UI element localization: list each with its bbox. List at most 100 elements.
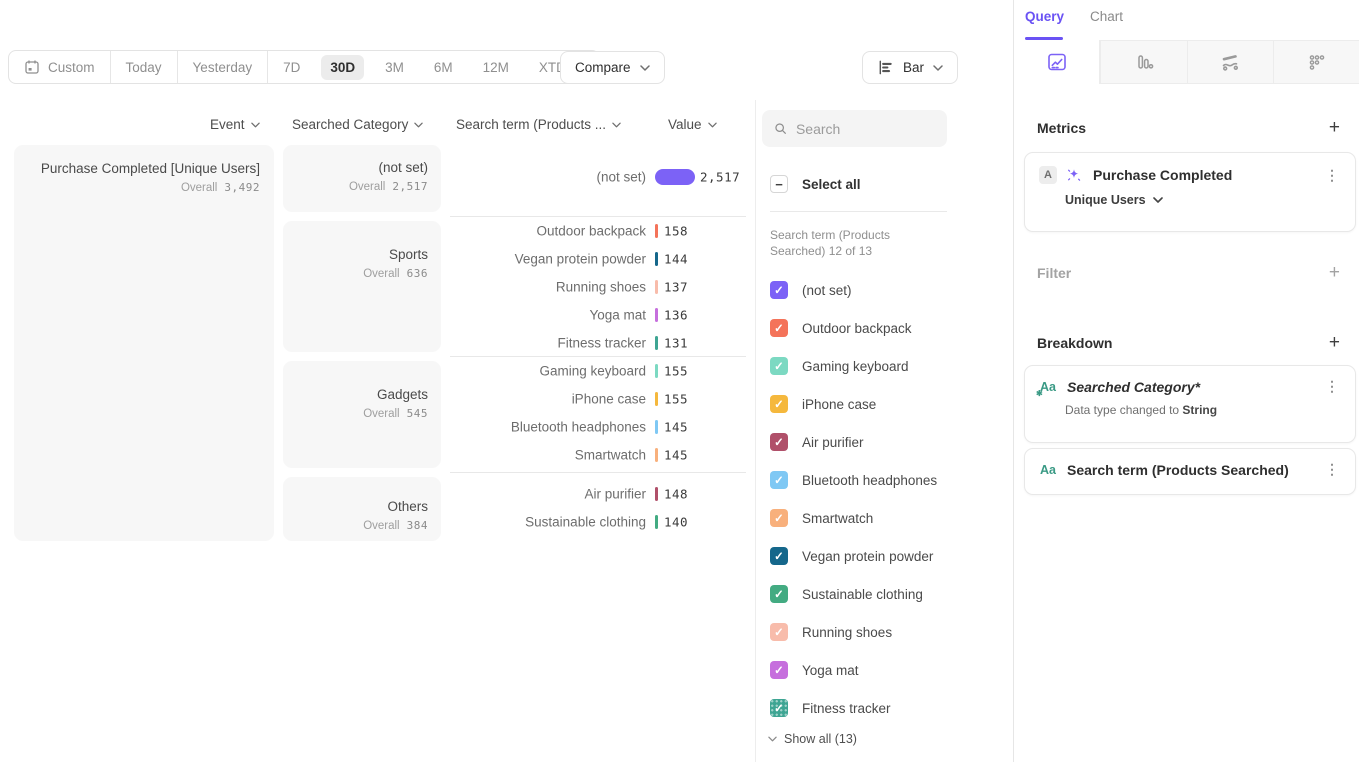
category-label: (not set) [283, 160, 428, 175]
term-bar[interactable] [655, 252, 658, 266]
legend-item[interactable]: ✓(not set) [770, 271, 937, 309]
date-range-30d[interactable]: 30D [315, 51, 370, 83]
legend-subtitle: Search term (Products Searched) 12 of 13 [770, 227, 948, 259]
column-header-search-term[interactable]: Search term (Products ... [456, 117, 621, 132]
term-row[interactable]: Outdoor backpack158 [450, 217, 746, 245]
legend-item[interactable]: ✓Sustainable clothing [770, 575, 937, 613]
show-all-button[interactable]: Show all (13) [768, 732, 857, 746]
date-range-3m[interactable]: 3M [370, 51, 419, 83]
legend-item-label: Fitness tracker [802, 701, 891, 716]
legend-item[interactable]: ✓Gaming keyboard [770, 347, 937, 385]
column-header-event[interactable]: Event [210, 117, 260, 132]
series-checkbox[interactable]: ✓ [770, 395, 788, 413]
legend-item[interactable]: ✓Smartwatch [770, 499, 937, 537]
term-bar[interactable] [655, 448, 658, 462]
search-input[interactable] [796, 121, 935, 137]
series-checkbox[interactable]: ✓ [770, 281, 788, 299]
legend-item[interactable]: ✓Air purifier [770, 423, 937, 461]
date-range-custom[interactable]: Custom [9, 51, 110, 83]
term-bar[interactable] [655, 169, 695, 185]
series-checkbox[interactable]: ✓ [770, 585, 788, 603]
series-checkbox[interactable]: ✓ [770, 699, 788, 717]
tab-flows[interactable] [1187, 40, 1273, 84]
term-bar[interactable] [655, 224, 658, 238]
legend-item[interactable]: ✓iPhone case [770, 385, 937, 423]
category-card-not-set[interactable]: (not set) Overall2,517 [283, 145, 441, 212]
term-row[interactable]: (not set) 2,517 [450, 160, 746, 194]
term-row[interactable]: Fitness tracker131 [450, 329, 746, 357]
term-bar[interactable] [655, 364, 658, 378]
term-bar[interactable] [655, 515, 658, 529]
date-range-label: 7D [283, 60, 300, 75]
breakdown-card-searched-category[interactable]: Aa✱ Searched Category* ⋮ Data type chang… [1024, 365, 1356, 443]
term-row[interactable]: Smartwatch145 [450, 441, 746, 469]
add-filter-button[interactable]: + [1329, 263, 1340, 282]
tab-chart[interactable]: Chart [1090, 9, 1123, 24]
legend-item[interactable]: ✓Bluetooth headphones [770, 461, 937, 499]
legend-item[interactable]: ✓ Vegan protein powder [770, 537, 937, 575]
legend-item-label: Vegan protein powder [802, 549, 933, 564]
term-bar[interactable] [655, 308, 658, 322]
breakdown-card-search-term[interactable]: Aa Search term (Products Searched) ⋮ [1024, 448, 1356, 495]
term-row[interactable]: Sustainable clothing140 [450, 508, 746, 536]
series-checkbox[interactable]: ✓ [770, 319, 788, 337]
term-row[interactable]: iPhone case155 [450, 385, 746, 413]
term-row[interactable]: Gaming keyboard155 [450, 357, 746, 385]
term-bar[interactable] [655, 280, 658, 294]
term-row[interactable]: Air purifier148 [450, 480, 746, 508]
category-card-others[interactable]: Others Overall384 [283, 477, 441, 541]
compare-button[interactable]: Compare [560, 51, 665, 84]
add-breakdown-button[interactable]: + [1329, 333, 1340, 352]
series-checkbox[interactable]: ✓ [770, 661, 788, 679]
term-bar[interactable] [655, 336, 658, 350]
column-header-label: Searched Category [292, 117, 408, 132]
term-row[interactable]: Vegan protein powder144 [450, 245, 746, 273]
series-checkbox[interactable]: ✓ [770, 623, 788, 641]
tab-insights[interactable] [1014, 40, 1100, 84]
select-all-row[interactable]: − Select all [770, 175, 861, 193]
legend-item[interactable]: ✓Yoga mat [770, 651, 937, 689]
series-checkbox[interactable]: ✓ [770, 357, 788, 375]
kebab-menu-icon[interactable]: ⋮ [1323, 461, 1341, 478]
category-overall: Overall545 [283, 407, 428, 420]
date-range-today[interactable]: Today [111, 51, 177, 83]
metric-card[interactable]: A Purchase Completed ⋮ Unique Users [1024, 152, 1356, 232]
column-header-searched-category[interactable]: Searched Category [292, 117, 423, 132]
series-checkbox[interactable]: ✓ [770, 471, 788, 489]
term-row[interactable]: Bluetooth headphones145 [450, 413, 746, 441]
term-value: 2,517 [700, 170, 740, 185]
legend-item[interactable]: ✓ Running shoes [770, 613, 937, 651]
legend-item[interactable]: ✓Outdoor backpack [770, 309, 937, 347]
kebab-menu-icon[interactable]: ⋮ [1323, 378, 1341, 395]
term-bar[interactable] [655, 420, 658, 434]
series-checkbox[interactable]: ✓ [770, 433, 788, 451]
aggregation-selector[interactable]: Unique Users [1065, 193, 1341, 207]
term-row[interactable]: Yoga mat136 [450, 301, 746, 329]
tab-funnels[interactable] [1100, 40, 1186, 84]
tab-retention[interactable] [1273, 40, 1359, 84]
category-card-sports[interactable]: Sports Overall636 [283, 221, 441, 352]
term-row[interactable]: Running shoes137 [450, 273, 746, 301]
series-checkbox[interactable]: ✓ [770, 509, 788, 527]
column-header-value[interactable]: Value [668, 117, 717, 132]
date-range-12m[interactable]: 12M [468, 51, 524, 83]
category-card-gadgets[interactable]: Gadgets Overall545 [283, 361, 441, 468]
term-bar[interactable] [655, 487, 658, 501]
series-checkbox[interactable]: ✓ [770, 547, 788, 565]
term-value: 155 [664, 392, 688, 407]
term-bar[interactable] [655, 392, 658, 406]
date-range-yesterday[interactable]: Yesterday [178, 51, 268, 83]
kebab-menu-icon[interactable]: ⋮ [1323, 167, 1341, 184]
date-range-7d[interactable]: 7D [268, 51, 315, 83]
legend-item[interactable]: ✓ Fitness tracker [770, 689, 937, 727]
add-metric-button[interactable]: + [1329, 118, 1340, 137]
vertical-bars-icon [1133, 51, 1155, 73]
string-property-icon: Aa✱ [1039, 380, 1057, 394]
chevron-down-icon [708, 122, 717, 128]
event-card[interactable]: Purchase Completed [Unique Users] Overal… [14, 145, 274, 541]
date-range-6m[interactable]: 6M [419, 51, 468, 83]
chart-type-button[interactable]: Bar [862, 51, 958, 84]
tab-query[interactable]: Query [1025, 9, 1064, 24]
select-all-checkbox[interactable]: − [770, 175, 788, 193]
legend-item-label: Running shoes [802, 625, 892, 640]
